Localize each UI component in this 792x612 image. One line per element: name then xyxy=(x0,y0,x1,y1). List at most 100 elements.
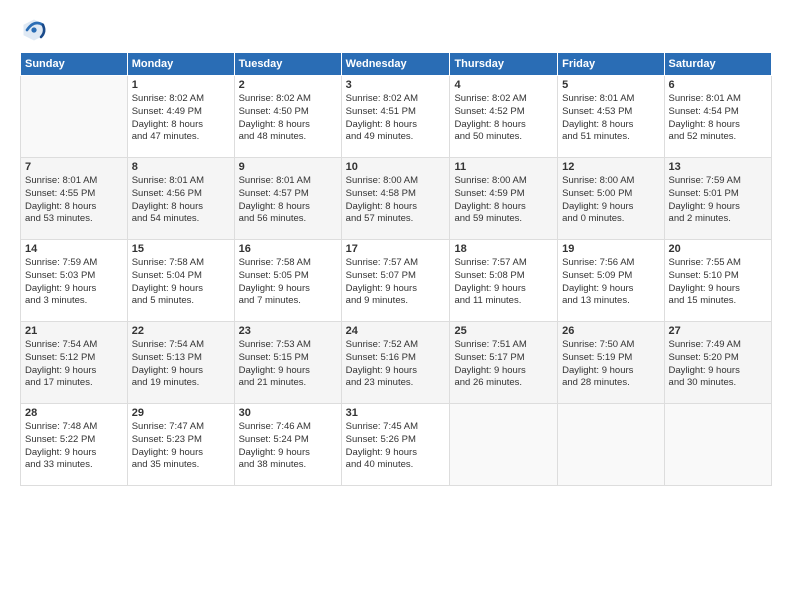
day-number: 12 xyxy=(562,161,659,173)
day-number: 6 xyxy=(669,79,767,91)
header-row: Sunday Monday Tuesday Wednesday Thursday… xyxy=(21,53,772,76)
day-number: 9 xyxy=(239,161,337,173)
day-number: 15 xyxy=(132,243,230,255)
day-cell: 5Sunrise: 8:01 AM Sunset: 4:53 PM Daylig… xyxy=(558,76,664,158)
day-number: 13 xyxy=(669,161,767,173)
day-number: 3 xyxy=(346,79,446,91)
day-info: Sunrise: 7:56 AM Sunset: 5:09 PM Dayligh… xyxy=(562,257,659,308)
day-number: 18 xyxy=(454,243,553,255)
calendar-header: Sunday Monday Tuesday Wednesday Thursday… xyxy=(21,53,772,76)
day-info: Sunrise: 7:59 AM Sunset: 5:03 PM Dayligh… xyxy=(25,257,123,308)
day-info: Sunrise: 7:52 AM Sunset: 5:16 PM Dayligh… xyxy=(346,339,446,390)
day-number: 11 xyxy=(454,161,553,173)
day-cell: 12 Sunrise: 8:00 AM Sunset: 5:00 PM Dayli… xyxy=(558,158,664,240)
day-cell: 22 Sunrise: 7:54 AM Sunset: 5:13 PM Dayli… xyxy=(127,322,234,404)
day-number: 16 xyxy=(239,243,337,255)
day-cell xyxy=(21,76,128,158)
day-cell: 6 Sunrise: 8:01 AM Sunset: 4:54 PM Daylig… xyxy=(664,76,771,158)
col-sunday: Sunday xyxy=(21,53,128,76)
col-friday: Friday xyxy=(558,53,664,76)
day-number: 22 xyxy=(132,325,230,337)
day-cell: 1 Sunrise: 8:02 AM Sunset: 4:49 PM Daylig… xyxy=(127,76,234,158)
day-number: 21 xyxy=(25,325,123,337)
day-cell: 4Sunrise: 8:02 AM Sunset: 4:52 PM Daylig… xyxy=(450,76,558,158)
day-info: Sunrise: 7:58 AM Sunset: 5:05 PM Dayligh… xyxy=(239,257,337,308)
day-cell: 10 Sunrise: 8:00 AM Sunset: 4:58 PM Dayli… xyxy=(341,158,450,240)
calendar-page: Sunday Monday Tuesday Wednesday Thursday… xyxy=(0,0,792,612)
day-info: Sunrise: 8:02 AM Sunset: 4:50 PM Dayligh… xyxy=(239,93,337,144)
day-info: Sunrise: 8:00 AM Sunset: 4:59 PM Dayligh… xyxy=(454,175,553,226)
day-number: 28 xyxy=(25,407,123,419)
day-cell: 17 Sunrise: 7:57 AM Sunset: 5:07 PM Dayli… xyxy=(341,240,450,322)
day-info: Sunrise: 7:48 AM Sunset: 5:22 PM Dayligh… xyxy=(25,421,123,472)
day-number: 24 xyxy=(346,325,446,337)
day-number: 31 xyxy=(346,407,446,419)
day-cell: 16 Sunrise: 7:58 AM Sunset: 5:05 PM Dayli… xyxy=(234,240,341,322)
day-cell: 9 Sunrise: 8:01 AM Sunset: 4:57 PM Daylig… xyxy=(234,158,341,240)
calendar-table: Sunday Monday Tuesday Wednesday Thursday… xyxy=(20,52,772,486)
week-row-1: 1 Sunrise: 8:02 AM Sunset: 4:49 PM Daylig… xyxy=(21,76,772,158)
day-info: Sunrise: 8:01 AM Sunset: 4:56 PM Dayligh… xyxy=(132,175,230,226)
week-row-5: 28 Sunrise: 7:48 AM Sunset: 5:22 PM Dayli… xyxy=(21,404,772,486)
day-cell xyxy=(558,404,664,486)
day-number: 29 xyxy=(132,407,230,419)
day-info: Sunrise: 7:53 AM Sunset: 5:15 PM Dayligh… xyxy=(239,339,337,390)
day-cell: 27 Sunrise: 7:49 AM Sunset: 5:20 PM Dayli… xyxy=(664,322,771,404)
day-info: Sunrise: 7:49 AM Sunset: 5:20 PM Dayligh… xyxy=(669,339,767,390)
day-number: 1 xyxy=(132,79,230,91)
day-info: Sunrise: 7:51 AM Sunset: 5:17 PM Dayligh… xyxy=(454,339,553,390)
day-info: Sunrise: 8:01 AM Sunset: 4:57 PM Dayligh… xyxy=(239,175,337,226)
day-number: 30 xyxy=(239,407,337,419)
day-info: Sunrise: 8:00 AM Sunset: 4:58 PM Dayligh… xyxy=(346,175,446,226)
day-cell: 24 Sunrise: 7:52 AM Sunset: 5:16 PM Dayli… xyxy=(341,322,450,404)
day-cell: 29 Sunrise: 7:47 AM Sunset: 5:23 PM Dayli… xyxy=(127,404,234,486)
day-info: Sunrise: 7:54 AM Sunset: 5:13 PM Dayligh… xyxy=(132,339,230,390)
day-cell: 3 Sunrise: 8:02 AM Sunset: 4:51 PM Daylig… xyxy=(341,76,450,158)
week-row-4: 21 Sunrise: 7:54 AM Sunset: 5:12 PM Dayli… xyxy=(21,322,772,404)
day-cell: 19 Sunrise: 7:56 AM Sunset: 5:09 PM Dayli… xyxy=(558,240,664,322)
logo-icon xyxy=(20,16,48,44)
day-info: Sunrise: 7:54 AM Sunset: 5:12 PM Dayligh… xyxy=(25,339,123,390)
day-cell: 13 Sunrise: 7:59 AM Sunset: 5:01 PM Dayli… xyxy=(664,158,771,240)
day-number: 27 xyxy=(669,325,767,337)
day-cell: 7 Sunrise: 8:01 AM Sunset: 4:55 PM Daylig… xyxy=(21,158,128,240)
week-row-3: 14 Sunrise: 7:59 AM Sunset: 5:03 PM Dayli… xyxy=(21,240,772,322)
day-number: 19 xyxy=(562,243,659,255)
day-cell xyxy=(450,404,558,486)
day-info: Sunrise: 8:01 AM Sunset: 4:53 PM Dayligh… xyxy=(562,93,659,144)
day-cell: 21 Sunrise: 7:54 AM Sunset: 5:12 PM Dayli… xyxy=(21,322,128,404)
day-info: Sunrise: 8:02 AM Sunset: 4:49 PM Dayligh… xyxy=(132,93,230,144)
day-cell: 11 Sunrise: 8:00 AM Sunset: 4:59 PM Dayli… xyxy=(450,158,558,240)
day-number: 2 xyxy=(239,79,337,91)
day-cell: 28 Sunrise: 7:48 AM Sunset: 5:22 PM Dayli… xyxy=(21,404,128,486)
day-info: Sunrise: 7:59 AM Sunset: 5:01 PM Dayligh… xyxy=(669,175,767,226)
day-cell: 26Sunrise: 7:50 AM Sunset: 5:19 PM Dayli… xyxy=(558,322,664,404)
day-info: Sunrise: 8:02 AM Sunset: 4:51 PM Dayligh… xyxy=(346,93,446,144)
day-number: 10 xyxy=(346,161,446,173)
day-info: Sunrise: 8:00 AM Sunset: 5:00 PM Dayligh… xyxy=(562,175,659,226)
day-cell: 30Sunrise: 7:46 AM Sunset: 5:24 PM Dayli… xyxy=(234,404,341,486)
day-cell: 15Sunrise: 7:58 AM Sunset: 5:04 PM Dayli… xyxy=(127,240,234,322)
day-cell: 25 Sunrise: 7:51 AM Sunset: 5:17 PM Dayli… xyxy=(450,322,558,404)
day-cell: 31 Sunrise: 7:45 AM Sunset: 5:26 PM Dayli… xyxy=(341,404,450,486)
header xyxy=(20,16,772,44)
col-thursday: Thursday xyxy=(450,53,558,76)
day-number: 8 xyxy=(132,161,230,173)
calendar-body: 1 Sunrise: 8:02 AM Sunset: 4:49 PM Daylig… xyxy=(21,76,772,486)
day-cell: 8 Sunrise: 8:01 AM Sunset: 4:56 PM Daylig… xyxy=(127,158,234,240)
day-number: 14 xyxy=(25,243,123,255)
day-info: Sunrise: 7:55 AM Sunset: 5:10 PM Dayligh… xyxy=(669,257,767,308)
day-cell xyxy=(664,404,771,486)
day-cell: 2 Sunrise: 8:02 AM Sunset: 4:50 PM Daylig… xyxy=(234,76,341,158)
day-info: Sunrise: 8:01 AM Sunset: 4:55 PM Dayligh… xyxy=(25,175,123,226)
day-info: Sunrise: 7:57 AM Sunset: 5:07 PM Dayligh… xyxy=(346,257,446,308)
day-info: Sunrise: 8:01 AM Sunset: 4:54 PM Dayligh… xyxy=(669,93,767,144)
day-number: 7 xyxy=(25,161,123,173)
day-info: Sunrise: 7:45 AM Sunset: 5:26 PM Dayligh… xyxy=(346,421,446,472)
day-number: 17 xyxy=(346,243,446,255)
day-cell: 20Sunrise: 7:55 AM Sunset: 5:10 PM Dayli… xyxy=(664,240,771,322)
week-row-2: 7 Sunrise: 8:01 AM Sunset: 4:55 PM Daylig… xyxy=(21,158,772,240)
day-info: Sunrise: 7:47 AM Sunset: 5:23 PM Dayligh… xyxy=(132,421,230,472)
day-number: 25 xyxy=(454,325,553,337)
col-wednesday: Wednesday xyxy=(341,53,450,76)
